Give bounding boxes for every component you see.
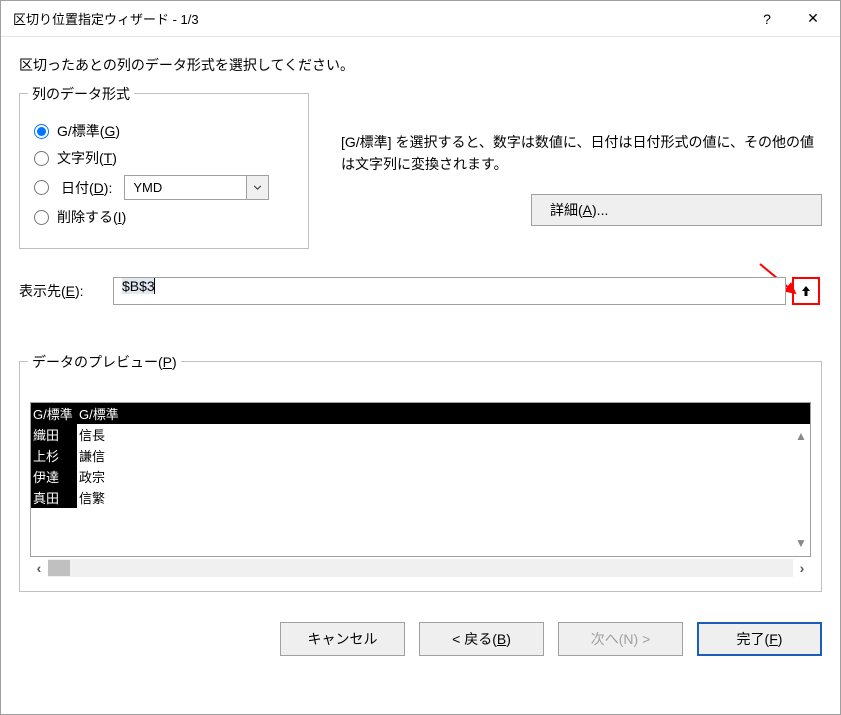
vertical-scrollbar[interactable]: ▲ ▼ <box>792 423 810 556</box>
column-format-fieldset: 列のデータ形式 G/標準(G) 文字列(T) 日付(D): YM <box>19 93 309 249</box>
preview-cell: 真田 <box>31 487 76 508</box>
radio-date[interactable] <box>34 180 49 195</box>
scroll-right-icon[interactable]: › <box>793 560 811 576</box>
instruction-text: 区切ったあとの列のデータ形式を選択してください。 <box>19 55 822 75</box>
fieldset-legend: 列のデータ形式 <box>28 84 134 104</box>
preview-legend: データのプレビュー(P) <box>28 352 181 372</box>
preview-fieldset: データのプレビュー(P) G/標準 織田 上杉 伊達 真田 G/標準 信長 謙信… <box>19 361 822 592</box>
preview-cell: 信繁 <box>77 487 810 508</box>
preview-header: G/標準 <box>77 403 810 424</box>
preview-cell: 政宗 <box>77 466 810 487</box>
preview-cell: 上杉 <box>31 445 76 466</box>
radio-general[interactable] <box>34 124 49 139</box>
date-format-value: YMD <box>125 180 246 195</box>
scroll-thumb[interactable] <box>48 560 70 576</box>
horizontal-scrollbar[interactable]: ‹ › <box>30 559 811 577</box>
preview-column: G/標準 信長 謙信 政宗 信繁 <box>77 403 810 508</box>
preview-cell: 織田 <box>31 424 76 445</box>
preview-cell: 伊達 <box>31 466 76 487</box>
back-button[interactable]: < 戻る(B) <box>419 622 544 656</box>
destination-input[interactable]: $B$3 <box>113 277 786 305</box>
chevron-down-icon <box>253 185 262 190</box>
preview-cell: 謙信 <box>77 445 810 466</box>
dropdown-button[interactable] <box>246 176 268 199</box>
date-format-select[interactable]: YMD <box>124 175 269 200</box>
radio-general-label[interactable]: G/標準(G) <box>57 121 120 141</box>
radio-skip-label[interactable]: 削除する(I) <box>57 207 126 227</box>
details-button[interactable]: 詳細(A)... <box>531 194 822 226</box>
destination-label: 表示先(E): <box>19 281 107 301</box>
scroll-left-icon[interactable]: ‹ <box>30 560 48 576</box>
preview-column: G/標準 織田 上杉 伊達 真田 <box>31 403 77 508</box>
radio-text[interactable] <box>34 151 49 166</box>
close-button[interactable]: ✕ <box>790 3 836 35</box>
radio-date-label[interactable]: 日付(D): <box>61 178 112 198</box>
collapse-dialog-button[interactable] <box>792 277 820 305</box>
scroll-track[interactable] <box>48 559 793 577</box>
window-title: 区切り位置指定ウィザード - 1/3 <box>13 9 744 28</box>
help-button[interactable]: ? <box>744 3 790 35</box>
next-button: 次へ(N) > <box>558 622 683 656</box>
titlebar: 区切り位置指定ウィザード - 1/3 ? ✕ <box>1 1 840 37</box>
cancel-button[interactable]: キャンセル <box>280 622 405 656</box>
collapse-dialog-icon <box>800 284 812 298</box>
preview-header: G/標準 <box>31 403 76 424</box>
radio-text-label[interactable]: 文字列(T) <box>57 148 117 168</box>
radio-skip[interactable] <box>34 210 49 225</box>
scroll-down-icon[interactable]: ▼ <box>795 536 807 550</box>
scroll-up-icon[interactable]: ▲ <box>795 429 807 443</box>
preview-box[interactable]: G/標準 織田 上杉 伊達 真田 G/標準 信長 謙信 政宗 信繁 ▲ ▼ <box>30 402 811 557</box>
preview-cell: 信長 <box>77 424 810 445</box>
finish-button[interactable]: 完了(F) <box>697 622 822 656</box>
format-description: [G/標準] を選択すると、数字は数値に、日付は日付形式の値に、その他の値は文字… <box>341 131 822 176</box>
